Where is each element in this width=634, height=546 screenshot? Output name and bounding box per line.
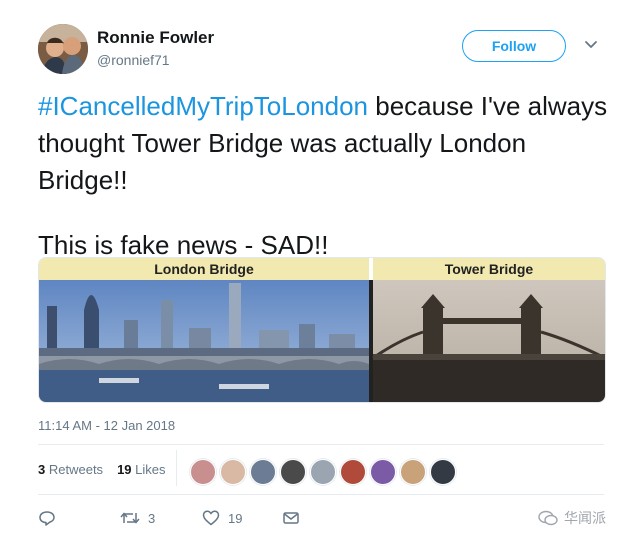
watermark: 华闻派: [538, 508, 606, 528]
likes-label: Likes: [135, 462, 166, 477]
liker-avatar[interactable]: [250, 459, 276, 485]
retweets-label: Retweets: [48, 462, 104, 477]
liker-avatar[interactable]: [190, 459, 216, 485]
like-count: 19: [228, 510, 243, 526]
user-handle[interactable]: @ronnief71: [97, 52, 170, 68]
liker-avatar[interactable]: [310, 459, 336, 485]
direct-message-button[interactable]: [282, 509, 300, 527]
tower-bridge-label: Tower Bridge: [373, 258, 605, 280]
liker-avatar[interactable]: [340, 459, 366, 485]
liker-avatar[interactable]: [430, 459, 456, 485]
tweet-stats: 3 Retweets 19 Likes: [38, 462, 166, 477]
stats-separator: [176, 450, 177, 486]
divider-top: [38, 444, 604, 445]
envelope-icon: [283, 512, 299, 524]
liker-avatar[interactable]: [220, 459, 246, 485]
reply-icon: [39, 511, 55, 526]
retweets-count: 3: [38, 462, 46, 477]
divider-bottom: [38, 494, 604, 495]
avatar[interactable]: [38, 24, 88, 74]
heart-icon: [202, 510, 220, 526]
liker-avatar[interactable]: [280, 459, 306, 485]
retweet-button[interactable]: 3: [120, 509, 155, 527]
wechat-icon: [538, 510, 558, 526]
liker-avatar[interactable]: [370, 459, 396, 485]
chevron-down-icon[interactable]: [584, 38, 598, 52]
tweet-line-1: #ICancelledMyTripToLondon because I've a…: [38, 88, 608, 199]
tweet-text: #ICancelledMyTripToLondon because I've a…: [38, 88, 608, 264]
user-name[interactable]: Ronnie Fowler: [97, 28, 214, 48]
tweet-timestamp[interactable]: 11:14 AM - 12 Jan 2018: [38, 418, 175, 433]
liker-avatar[interactable]: [400, 459, 426, 485]
avatar-photo: [38, 24, 88, 74]
reply-button[interactable]: [38, 509, 56, 527]
hashtag-link[interactable]: #ICancelledMyTripToLondon: [38, 91, 368, 121]
watermark-text: 华闻派: [564, 510, 606, 526]
tweet-media[interactable]: London Bridge Tower Bridge: [38, 257, 606, 403]
retweet-count: 3: [148, 510, 156, 526]
retweets-stat[interactable]: 3 Retweets: [38, 462, 103, 477]
london-bridge-label: London Bridge: [39, 258, 369, 280]
likes-stat[interactable]: 19 Likes: [117, 462, 165, 477]
likers-avatars: [190, 459, 456, 485]
retweet-icon: [120, 512, 140, 524]
likes-count: 19: [117, 462, 132, 477]
like-button[interactable]: 19: [202, 509, 242, 527]
follow-button[interactable]: Follow: [462, 30, 566, 62]
